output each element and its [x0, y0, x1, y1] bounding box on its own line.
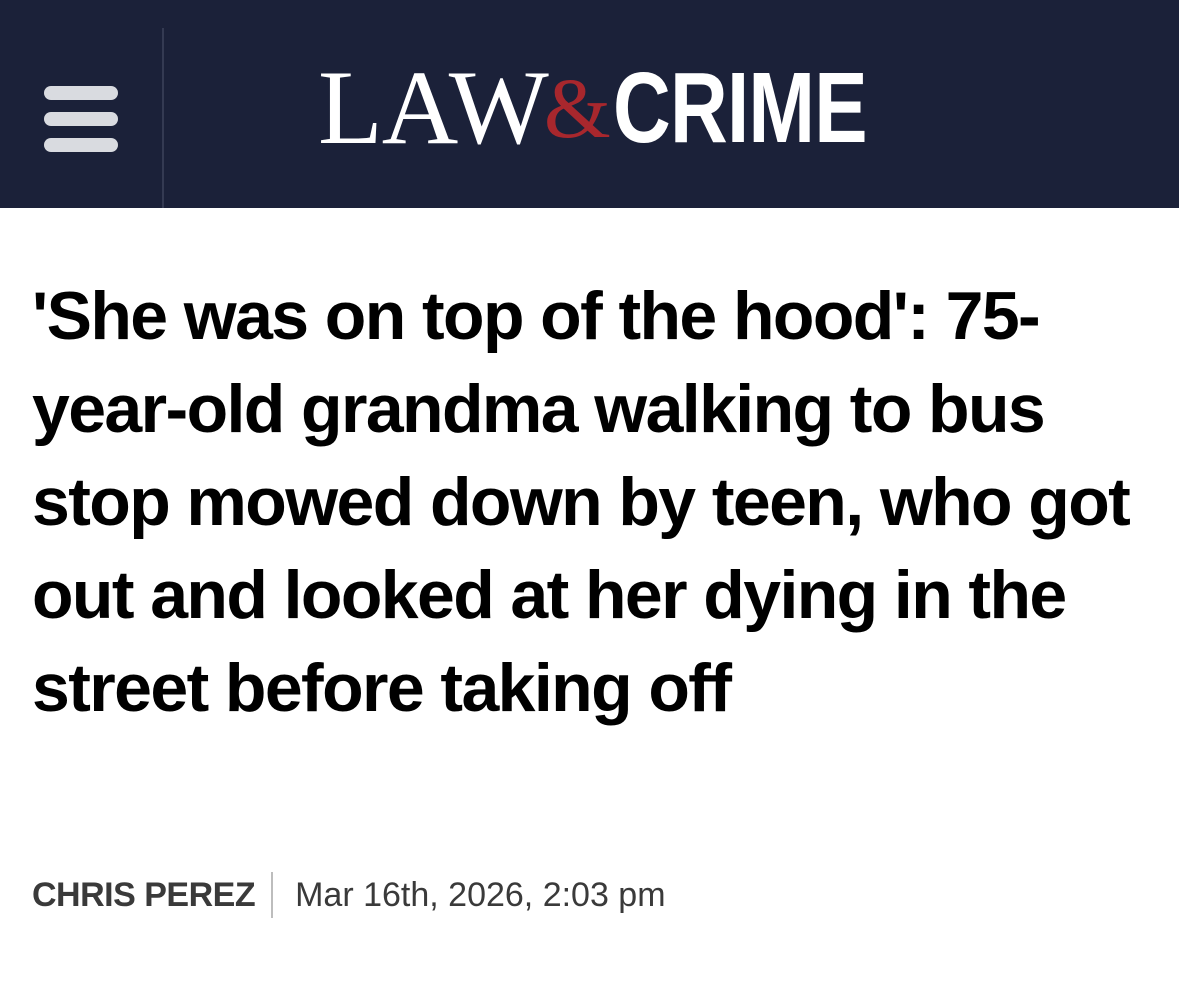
menu-bar: [44, 138, 118, 152]
menu-bar: [44, 86, 118, 100]
publish-date: Mar 16th, 2026, 2:03 pm: [295, 875, 666, 914]
menu-button[interactable]: [0, 0, 164, 208]
header-divider: [162, 28, 164, 208]
hamburger-menu-icon: [44, 86, 118, 152]
article-byline: CHRIS PEREZ Mar 16th, 2026, 2:03 pm: [32, 872, 666, 918]
logo-law-text: LAW: [318, 49, 549, 166]
logo-crime-text: CRIME: [612, 52, 868, 164]
byline-divider: [271, 872, 274, 918]
author-link[interactable]: CHRIS PEREZ: [32, 876, 256, 915]
site-logo[interactable]: LAW&CRIME: [318, 49, 930, 166]
menu-bar: [44, 112, 118, 126]
site-header: LAW&CRIME: [0, 0, 1179, 208]
article-title: 'She was on top of the hood': 75-year-ol…: [32, 278, 1131, 726]
logo-ampersand: &: [543, 60, 611, 156]
